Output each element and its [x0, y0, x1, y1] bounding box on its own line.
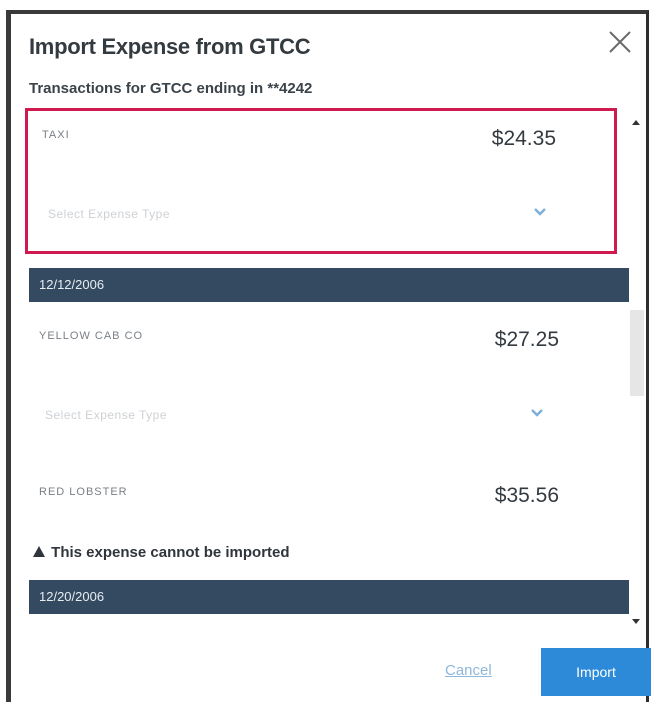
scrollbar-thumb[interactable]	[630, 310, 644, 396]
merchant-name: RED LOBSTER	[39, 486, 128, 498]
chevron-down-icon	[529, 406, 545, 420]
expense-type-select[interactable]: Select Expense Type	[39, 404, 543, 430]
scroll-down-icon[interactable]	[631, 614, 641, 624]
expense-type-placeholder: Select Expense Type	[48, 207, 171, 221]
transaction-amount: $24.35	[491, 127, 556, 150]
cancel-button[interactable]: Cancel	[445, 662, 492, 679]
import-expense-dialog: Import Expense from GTCC Transactions fo…	[6, 10, 651, 702]
chevron-down-icon	[532, 205, 548, 219]
warning-icon	[33, 544, 47, 561]
scrollbar[interactable]	[628, 114, 644, 624]
expense-type-select[interactable]: Select Expense Type	[42, 203, 546, 229]
transactions-subtitle: Transactions for GTCC ending in **4242	[29, 80, 313, 97]
transaction-list: TAXI $24.35 Select Expense Type 12/12/20…	[11, 106, 651, 616]
warning-text: This expense cannot be imported	[51, 544, 290, 561]
merchant-name: TAXI	[42, 129, 70, 141]
transaction-amount: $35.56	[494, 484, 559, 507]
dialog-title: Import Expense from GTCC	[29, 34, 311, 59]
transaction-card-red-lobster[interactable]: RED LOBSTER $35.56	[25, 468, 617, 518]
transaction-card-yellow-cab[interactable]: YELLOW CAB CO $27.25 Select Expense Type	[25, 312, 617, 452]
scroll-up-icon[interactable]	[631, 114, 641, 125]
close-icon[interactable]	[606, 28, 634, 56]
date-header: 12/12/2006	[29, 268, 629, 302]
transaction-amount: $27.25	[494, 328, 559, 351]
import-button[interactable]: Import	[541, 648, 651, 696]
transaction-card-taxi[interactable]: TAXI $24.35 Select Expense Type	[25, 108, 617, 254]
expense-type-placeholder: Select Expense Type	[45, 408, 168, 422]
merchant-name: YELLOW CAB CO	[39, 330, 144, 342]
import-warning: This expense cannot be imported	[33, 544, 290, 561]
date-header: 12/20/2006	[29, 580, 629, 614]
